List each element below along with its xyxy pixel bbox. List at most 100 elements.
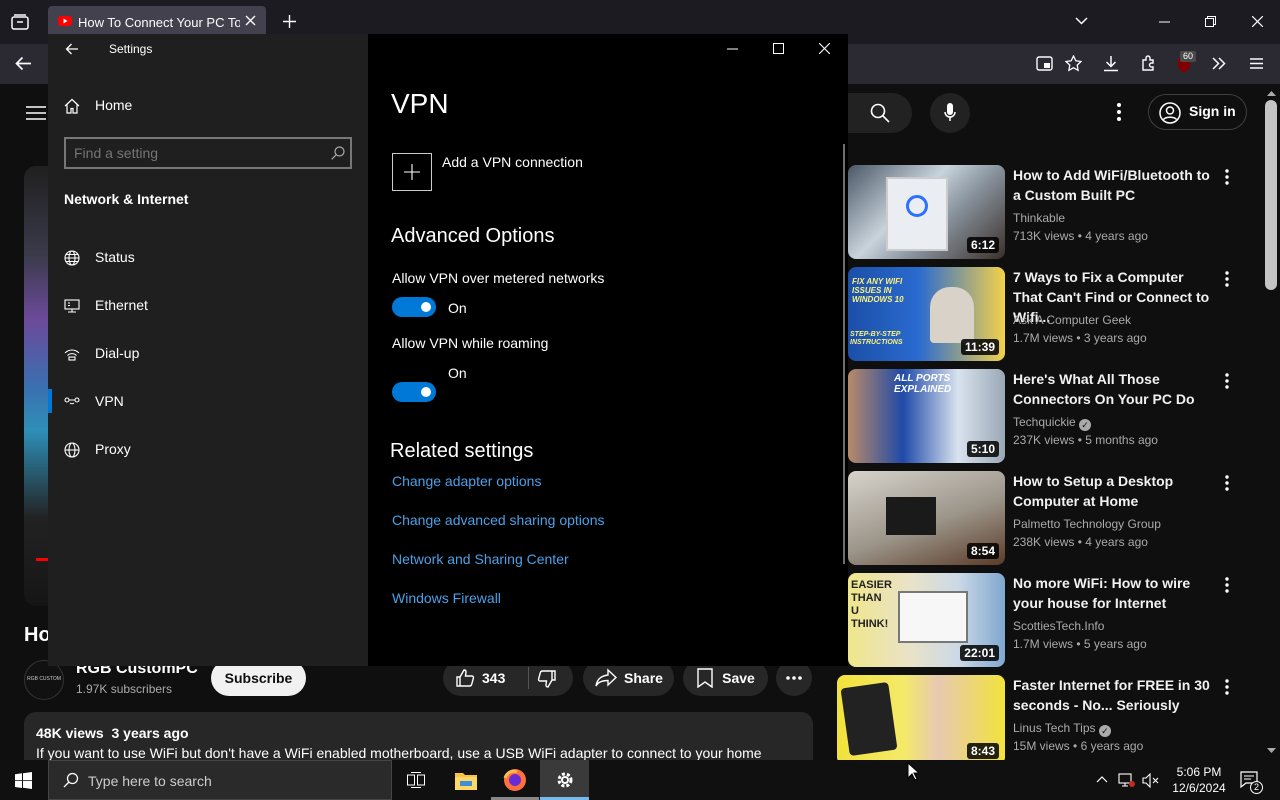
search-icon[interactable] bbox=[331, 146, 345, 160]
list-item[interactable]: 8:43 Faster Internet for FREE in 30 seco… bbox=[837, 675, 1268, 760]
rec-channel[interactable]: ScottiesTech.Info bbox=[1013, 617, 1104, 635]
sidebar-item-status[interactable]: Status bbox=[48, 238, 368, 278]
rec-title[interactable]: Here's What All Those Connectors On Your… bbox=[1013, 369, 1213, 409]
thumbnail-router bbox=[840, 681, 898, 757]
like-divider bbox=[528, 667, 529, 689]
browser-close-icon[interactable] bbox=[1252, 16, 1263, 27]
sidebar-item-home[interactable]: Home bbox=[48, 86, 368, 126]
tab-list-icon[interactable] bbox=[11, 14, 29, 30]
rec-title[interactable]: How to Setup a Desktop Computer at Home bbox=[1013, 471, 1213, 511]
file-explorer-icon[interactable] bbox=[455, 770, 477, 790]
sidebar-item-vpn[interactable]: VPN bbox=[48, 382, 368, 422]
hamburger-menu-icon[interactable] bbox=[26, 106, 46, 120]
scroll-up-icon[interactable] bbox=[1267, 90, 1276, 96]
search-input[interactable] bbox=[64, 137, 352, 169]
add-vpn-label[interactable]: Add a VPN connection bbox=[442, 154, 583, 170]
downloads-icon[interactable] bbox=[1103, 55, 1119, 72]
rec-menu-icon[interactable] bbox=[1225, 679, 1229, 695]
sidebar-item-ethernet[interactable]: Ethernet bbox=[48, 286, 368, 326]
minimize-icon[interactable] bbox=[727, 48, 738, 50]
tab-close-icon[interactable] bbox=[245, 15, 256, 26]
clock[interactable]: 5:06 PM 12/6/2024 bbox=[1170, 764, 1228, 796]
link-windows-firewall[interactable]: Windows Firewall bbox=[392, 590, 501, 606]
dial-up-icon bbox=[64, 346, 80, 362]
close-icon[interactable] bbox=[819, 43, 830, 54]
network-icon[interactable] bbox=[1118, 773, 1136, 788]
list-item[interactable]: 6:12 How to Add WiFi/Bluetooth to a Cust… bbox=[848, 165, 1268, 259]
scroll-down-icon[interactable] bbox=[1267, 748, 1276, 754]
volume-muted-icon[interactable] bbox=[1142, 773, 1160, 788]
rec-title[interactable]: Faster Internet for FREE in 30 seconds -… bbox=[1013, 675, 1213, 715]
more-tools-chevron-icon[interactable] bbox=[1212, 57, 1226, 70]
link-network-sharing-center[interactable]: Network and Sharing Center bbox=[392, 551, 569, 567]
list-item[interactable]: EASIER THAN U THINK! 22:01 No more WiFi:… bbox=[848, 573, 1268, 667]
thumbnail[interactable]: 8:43 bbox=[837, 675, 1005, 760]
rec-channel[interactable]: Linus Tech Tips ✓ bbox=[1013, 719, 1111, 737]
task-view-icon[interactable] bbox=[407, 772, 425, 788]
settings-scrollbar[interactable] bbox=[843, 144, 845, 564]
scrollbar-thumb[interactable] bbox=[1265, 100, 1277, 290]
metered-toggle[interactable] bbox=[392, 297, 436, 317]
rec-channel[interactable]: Techquickie ✓ bbox=[1013, 413, 1092, 431]
voice-search-button[interactable] bbox=[930, 93, 970, 133]
avatar[interactable]: RGB CUSTOM bbox=[24, 660, 64, 700]
progress-bar[interactable] bbox=[36, 558, 48, 561]
rec-views: 237K views bbox=[1013, 433, 1075, 447]
thumbnail-house bbox=[898, 591, 968, 643]
rec-channel[interactable]: Ask A Computer Geek bbox=[1013, 311, 1131, 329]
dislike-icon[interactable] bbox=[537, 669, 557, 689]
sidebar-item-proxy[interactable]: Proxy bbox=[48, 430, 368, 470]
thumbnail[interactable]: FIX ANY WIFI ISSUES IN WINDOWS 10 STEP-B… bbox=[848, 267, 1005, 361]
link-change-adapter-options[interactable]: Change adapter options bbox=[392, 473, 541, 489]
rec-views: 1.7M views bbox=[1013, 637, 1074, 651]
list-item[interactable]: 8:54 How to Setup a Desktop Computer at … bbox=[848, 471, 1268, 565]
roaming-toggle[interactable] bbox=[392, 382, 436, 402]
page-scrollbar[interactable] bbox=[1263, 84, 1280, 760]
youtube-favicon-icon bbox=[58, 16, 72, 26]
rec-menu-icon[interactable] bbox=[1225, 271, 1229, 287]
sign-in-button[interactable]: Sign in bbox=[1148, 94, 1247, 130]
add-vpn-button[interactable] bbox=[392, 153, 432, 191]
browser-minimize-icon[interactable] bbox=[1159, 21, 1170, 23]
thumbnail[interactable]: EASIER THAN U THINK! 22:01 bbox=[848, 573, 1005, 667]
taskbar-search-box[interactable]: Type here to search bbox=[48, 760, 392, 800]
upload-age: 3 years ago bbox=[111, 725, 189, 741]
rec-menu-icon[interactable] bbox=[1225, 475, 1229, 491]
thumbnail-subcaption: STEP-BY-STEP INSTRUCTIONS bbox=[850, 331, 903, 346]
thumbnail[interactable]: ALL PORTS EXPLAINED 5:10 bbox=[848, 369, 1005, 463]
link-change-advanced-sharing[interactable]: Change advanced sharing options bbox=[392, 512, 605, 528]
app-menu-icon[interactable] bbox=[1250, 58, 1263, 69]
picture-in-picture-icon[interactable] bbox=[1036, 56, 1053, 71]
bookmark-star-icon[interactable] bbox=[1065, 55, 1082, 72]
rec-menu-icon[interactable] bbox=[1225, 169, 1229, 185]
rec-channel[interactable]: Thinkable bbox=[1013, 209, 1065, 227]
more-options-icon[interactable] bbox=[1117, 103, 1121, 121]
rec-menu-icon[interactable] bbox=[1225, 373, 1229, 389]
list-item[interactable]: ALL PORTS EXPLAINED 5:10 Here's What All… bbox=[848, 369, 1268, 463]
description-box[interactable]: 48K views 3 years ago If you want to use… bbox=[24, 712, 813, 760]
list-all-tabs-icon[interactable] bbox=[1075, 17, 1088, 25]
list-item[interactable]: FIX ANY WIFI ISSUES IN WINDOWS 10 STEP-B… bbox=[848, 267, 1268, 361]
rec-menu-icon[interactable] bbox=[1225, 577, 1229, 593]
rec-channel[interactable]: Palmetto Technology Group bbox=[1013, 515, 1161, 533]
new-tab-icon[interactable] bbox=[283, 15, 296, 28]
back-arrow-icon[interactable] bbox=[15, 56, 32, 71]
rec-title[interactable]: No more WiFi: How to wire your house for… bbox=[1013, 573, 1213, 613]
rec-title[interactable]: How to Add WiFi/Bluetooth to a Custom Bu… bbox=[1013, 165, 1213, 205]
maximize-icon[interactable] bbox=[773, 43, 784, 54]
browser-restore-icon[interactable] bbox=[1205, 16, 1216, 27]
show-hidden-icons-chevron-icon[interactable] bbox=[1096, 776, 1108, 783]
like-icon[interactable] bbox=[455, 668, 475, 688]
firefox-icon[interactable] bbox=[503, 768, 527, 792]
settings-taskbar-button[interactable] bbox=[540, 760, 589, 800]
rec-views: 15M views bbox=[1013, 739, 1070, 753]
sidebar-item-dial-up[interactable]: Dial-up bbox=[48, 334, 368, 374]
extensions-icon[interactable] bbox=[1140, 55, 1157, 72]
back-arrow-icon[interactable] bbox=[65, 43, 79, 55]
thumbnail[interactable]: 6:12 bbox=[848, 165, 1005, 259]
windows-start-icon[interactable] bbox=[15, 772, 32, 789]
thumbnail[interactable]: 8:54 bbox=[848, 471, 1005, 565]
search-field[interactable] bbox=[74, 143, 314, 163]
search-button[interactable] bbox=[848, 93, 912, 133]
verified-icon: ✓ bbox=[1098, 725, 1111, 737]
